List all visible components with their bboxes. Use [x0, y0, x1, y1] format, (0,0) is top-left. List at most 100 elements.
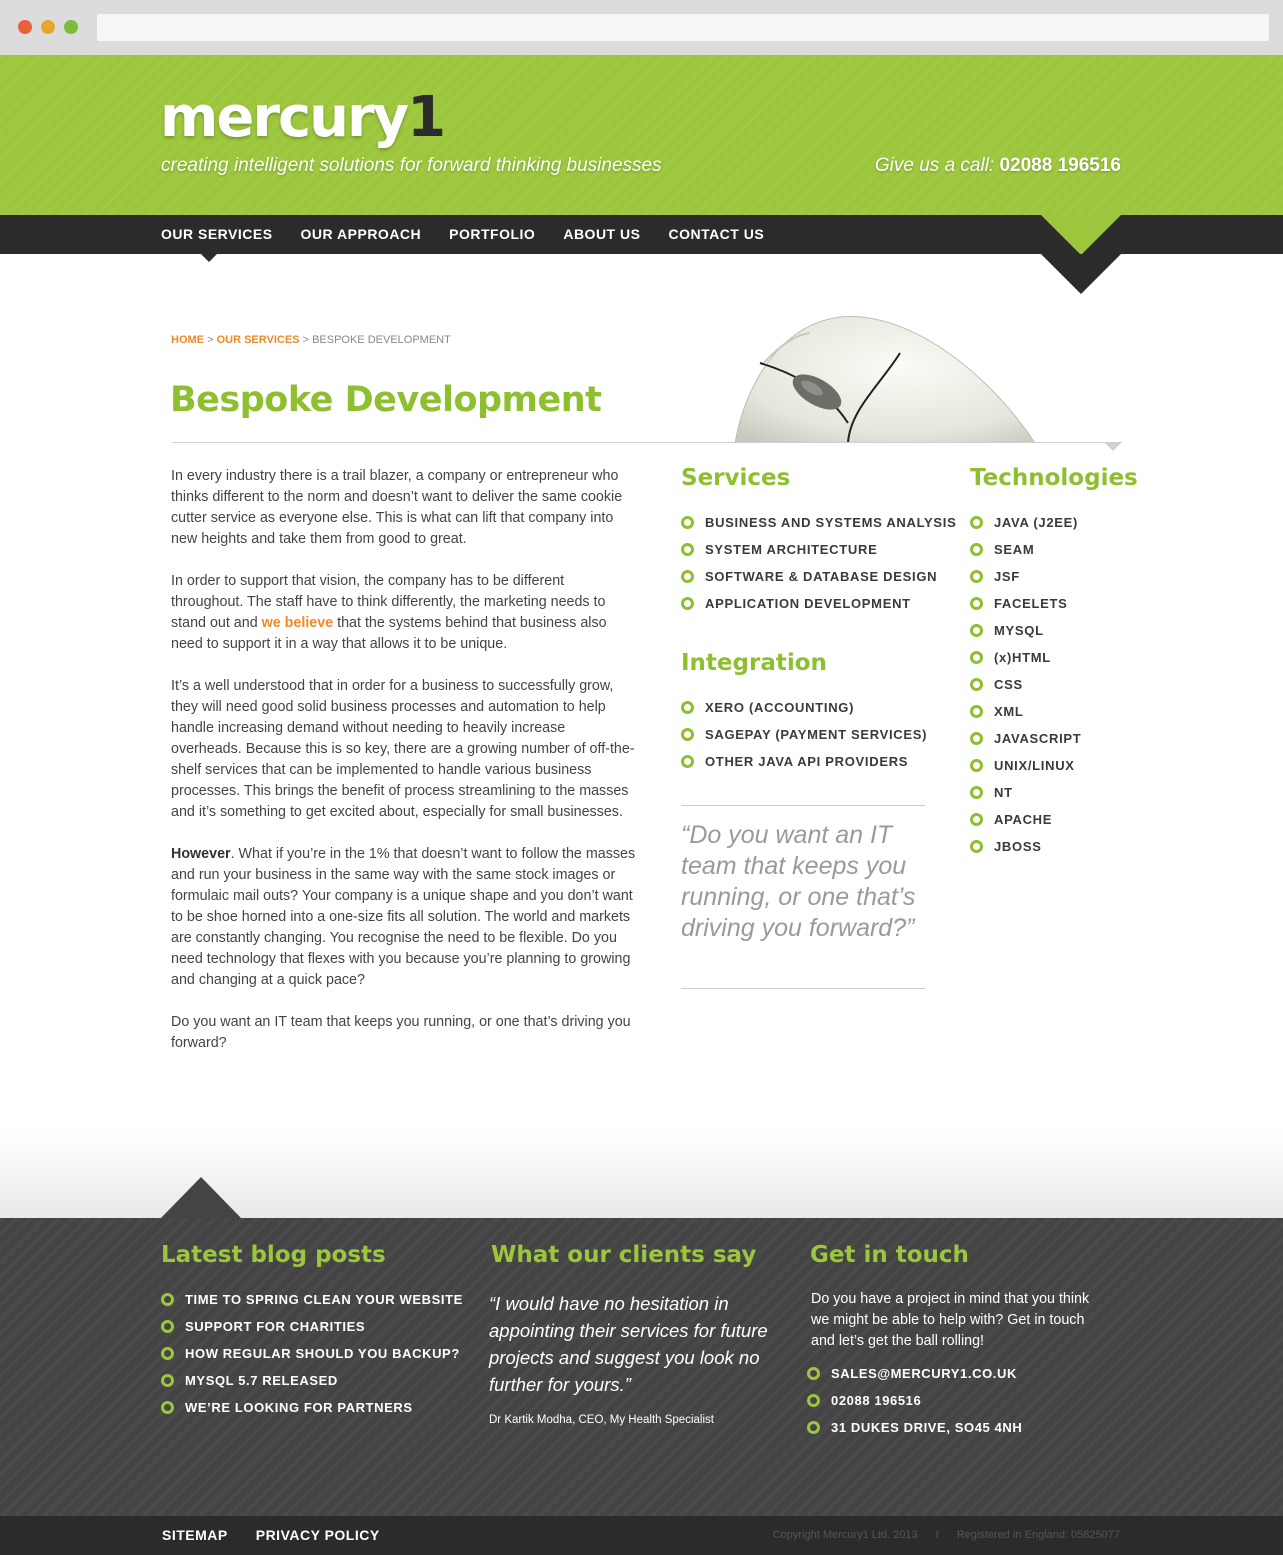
circle-bullet-icon: [970, 840, 983, 853]
blog-post-link[interactable]: MYSQL 5.7 RELEASED: [161, 1372, 463, 1399]
page-title: Bespoke Development: [170, 380, 602, 420]
contact-email[interactable]: SALES@MERCURY1.CO.UK: [807, 1365, 1022, 1392]
clients-heading: What our clients say: [491, 1242, 757, 1268]
nav-contact-us[interactable]: CONTACT US: [668, 215, 764, 254]
blog-post-link[interactable]: WE’RE LOOKING FOR PARTNERS: [161, 1399, 463, 1426]
list-item[interactable]: JBOSS: [970, 838, 1081, 865]
list-item[interactable]: APPLICATION DEVELOPMENT: [681, 595, 956, 622]
paragraph-text: . What if you’re in the 1% that doesn’t …: [171, 846, 636, 988]
minimize-window-dot[interactable]: [41, 20, 55, 34]
circle-bullet-icon: [970, 543, 983, 556]
list-item[interactable]: MYSQL: [970, 622, 1081, 649]
nav-our-approach[interactable]: OUR APPROACH: [301, 215, 422, 254]
contact-heading: Get in touch: [810, 1242, 969, 1268]
testimonial-quote: “I would have no hesitation in appointin…: [489, 1293, 768, 1395]
circle-bullet-icon: [970, 678, 983, 691]
list-item[interactable]: SAGEPAY (PAYMENT SERVICES): [681, 726, 927, 753]
circle-bullet-icon: [681, 728, 694, 741]
nav-our-services[interactable]: OUR SERVICES: [161, 215, 273, 262]
pull-quote: “Do you want an IT team that keeps you r…: [681, 805, 925, 989]
copyright-separator: I: [935, 1529, 939, 1541]
blog-post-title: WE’RE LOOKING FOR PARTNERS: [185, 1400, 413, 1415]
list-item-label: APACHE: [994, 812, 1053, 827]
integration-heading: Integration: [681, 650, 827, 676]
blog-post-link[interactable]: HOW REGULAR SHOULD YOU BACKUP?: [161, 1345, 463, 1372]
list-item[interactable]: JAVASCRIPT: [970, 730, 1081, 757]
title-divider: [172, 442, 1122, 443]
logo-number: 1: [407, 85, 446, 150]
close-window-dot[interactable]: [18, 20, 32, 34]
nav-about-us[interactable]: ABOUT US: [563, 215, 640, 254]
list-item-label: SAGEPAY (PAYMENT SERVICES): [705, 727, 928, 742]
blog-heading: Latest blog posts: [161, 1242, 386, 1268]
logo-text: mercury: [160, 85, 409, 150]
address-bar[interactable]: [97, 14, 1269, 41]
list-item[interactable]: FACELETS: [970, 595, 1081, 622]
integration-list: XERO (ACCOUNTING) SAGEPAY (PAYMENT SERVI…: [681, 699, 927, 780]
list-item-label: XERO (ACCOUNTING): [705, 700, 855, 715]
contact-intro: Do you have a project in mind that you t…: [811, 1291, 1090, 1349]
circle-bullet-icon: [970, 732, 983, 745]
list-item[interactable]: XERO (ACCOUNTING): [681, 699, 927, 726]
contact-address[interactable]: 31 DUKES DRIVE, SO45 4NH: [807, 1419, 1022, 1446]
circle-bullet-icon: [161, 1320, 174, 1333]
list-item[interactable]: (x)HTML: [970, 649, 1081, 676]
contact-phone-label: 02088 196516: [831, 1393, 922, 1408]
list-item[interactable]: XML: [970, 703, 1081, 730]
list-item-label: OTHER JAVA API PROVIDERS: [705, 754, 909, 769]
circle-bullet-icon: [807, 1421, 820, 1434]
list-item[interactable]: SYSTEM ARCHITECTURE: [681, 541, 956, 568]
list-item-label: JAVASCRIPT: [994, 731, 1082, 746]
circle-bullet-icon: [807, 1394, 820, 1407]
circle-bullet-icon: [970, 651, 983, 664]
privacy-policy-link[interactable]: PRIVACY POLICY: [256, 1516, 380, 1555]
paragraph: Do you want an IT team that keeps you ru…: [171, 1014, 631, 1051]
list-item[interactable]: OTHER JAVA API PROVIDERS: [681, 753, 927, 780]
browser-chrome: [0, 0, 1283, 55]
site-logo[interactable]: mercury1: [160, 85, 446, 151]
list-item-label: SOFTWARE & DATABASE DESIGN: [705, 569, 938, 584]
list-item[interactable]: JAVA (J2EE): [970, 514, 1081, 541]
breadcrumb-separator: >: [207, 334, 214, 346]
we-believe-link[interactable]: we believe: [262, 615, 334, 631]
breadcrumb: HOME > OUR SERVICES > BESPOKE DEVELOPMEN…: [171, 334, 451, 346]
list-item-label: UNIX/LINUX: [994, 758, 1075, 773]
blog-post-title: MYSQL 5.7 RELEASED: [185, 1373, 338, 1388]
list-item[interactable]: SEAM: [970, 541, 1081, 568]
services-list: BUSINESS AND SYSTEMS ANALYSIS SYSTEM ARC…: [681, 514, 956, 622]
contact-phone[interactable]: 02088 196516: [807, 1392, 1022, 1419]
breadcrumb-our-services[interactable]: OUR SERVICES: [217, 334, 300, 346]
call-phone[interactable]: 02088 196516: [999, 155, 1121, 176]
list-item-label: CSS: [994, 677, 1023, 692]
list-item[interactable]: CSS: [970, 676, 1081, 703]
call-label: Give us a call:: [874, 155, 995, 176]
blog-post-title: SUPPORT FOR CHARITIES: [185, 1319, 366, 1334]
services-heading: Services: [681, 465, 791, 491]
list-item-label: MYSQL: [994, 623, 1044, 638]
list-item-label: JBOSS: [994, 839, 1042, 854]
breadcrumb-home[interactable]: HOME: [171, 334, 204, 346]
blog-post-link[interactable]: TIME TO SPRING CLEAN YOUR WEBSITE: [161, 1291, 463, 1318]
list-item-label: JAVA (J2EE): [994, 515, 1079, 530]
circle-bullet-icon: [681, 755, 694, 768]
blog-post-link[interactable]: SUPPORT FOR CHARITIES: [161, 1318, 463, 1345]
site-tagline: creating intelligent solutions for forwa…: [161, 155, 662, 176]
bottom-bar: SITEMAP PRIVACY POLICY Copyright Mercury…: [0, 1516, 1283, 1555]
list-item[interactable]: JSF: [970, 568, 1081, 595]
sitemap-link[interactable]: SITEMAP: [162, 1516, 228, 1555]
circle-bullet-icon: [807, 1367, 820, 1380]
circle-bullet-icon: [970, 570, 983, 583]
list-item[interactable]: NT: [970, 784, 1081, 811]
pull-quote-text: “Do you want an IT team that keeps you r…: [681, 821, 916, 942]
list-item[interactable]: BUSINESS AND SYSTEMS ANALYSIS: [681, 514, 956, 541]
list-item[interactable]: UNIX/LINUX: [970, 757, 1081, 784]
article-body: In every industry there is a trail blaze…: [171, 466, 636, 1075]
maximize-window-dot[interactable]: [64, 20, 78, 34]
nav-portfolio[interactable]: PORTFOLIO: [449, 215, 535, 254]
list-item[interactable]: SOFTWARE & DATABASE DESIGN: [681, 568, 956, 595]
circle-bullet-icon: [681, 597, 694, 610]
divider-arrow: [1105, 443, 1121, 451]
circle-bullet-icon: [970, 516, 983, 529]
list-item[interactable]: APACHE: [970, 811, 1081, 838]
computer-mouse-image: [720, 305, 1060, 443]
